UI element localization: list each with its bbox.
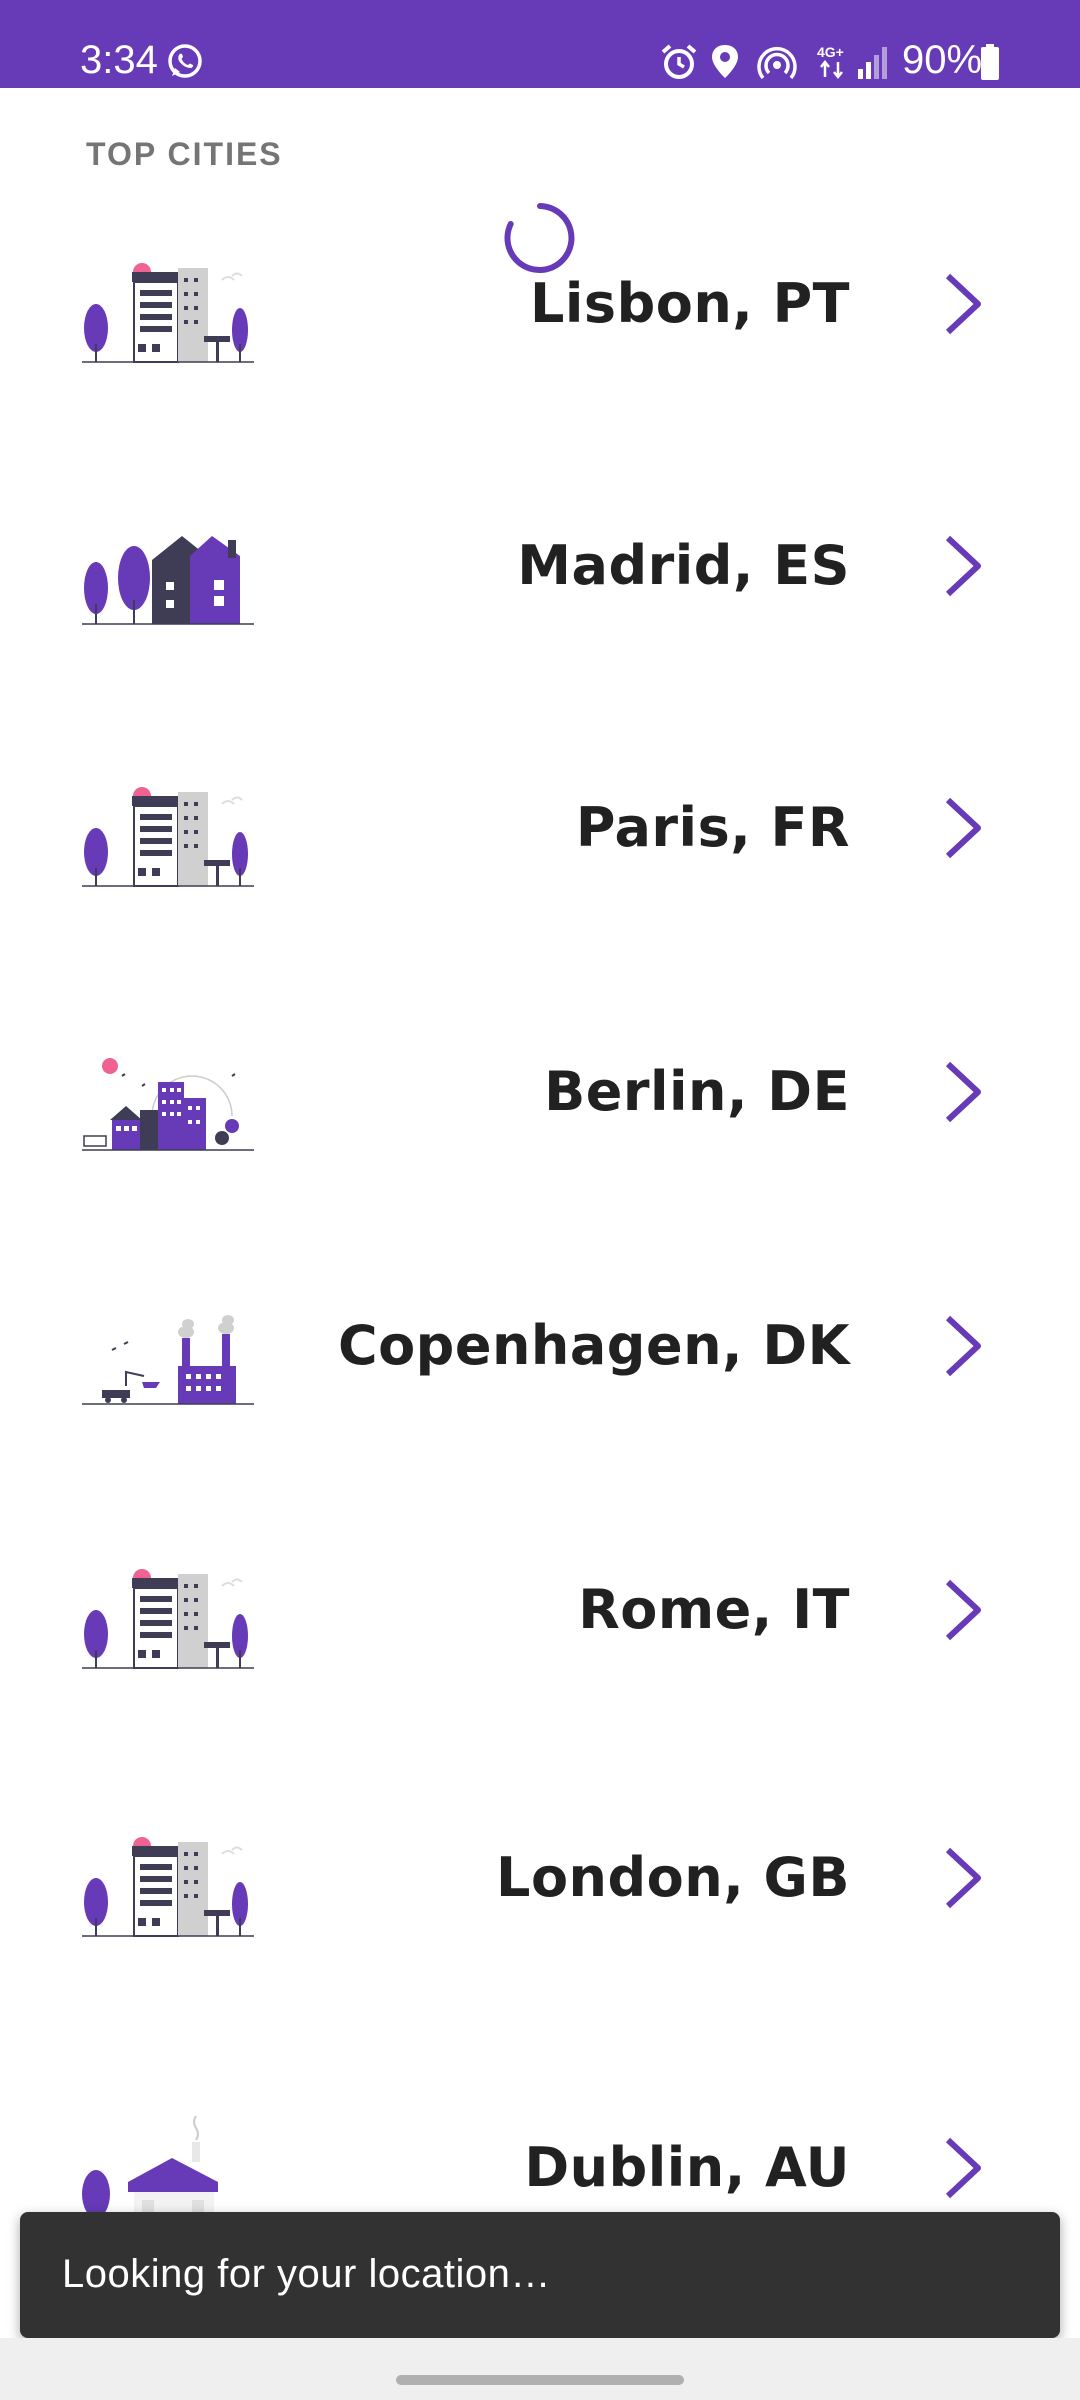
chevron-right-icon[interactable] <box>938 1844 990 1912</box>
city-list-screen: TOP CITIES Lisbon, PT Madrid, ES Paris, … <box>0 88 1080 2400</box>
signal-icon <box>858 47 887 79</box>
chevron-right-icon[interactable] <box>938 2134 990 2202</box>
city-name: Lisbon, PT <box>530 272 850 335</box>
city-name: Paris, FR <box>575 796 850 859</box>
city-name: Berlin, DE <box>544 1060 850 1123</box>
alarm-icon <box>661 44 697 79</box>
battery-icon <box>981 44 999 80</box>
chevron-right-icon[interactable] <box>938 532 990 600</box>
city-name: London, GB <box>496 1846 850 1909</box>
chevron-right-icon[interactable] <box>938 1576 990 1644</box>
chevron-right-icon[interactable] <box>938 794 990 862</box>
hotspot-icon <box>757 47 797 80</box>
navigation-bar <box>0 2338 1080 2400</box>
city-row-madrid[interactable]: Madrid, ES <box>0 476 1080 676</box>
chevron-right-icon[interactable] <box>938 1312 990 1380</box>
city-name: Copenhagen, DK <box>337 1314 850 1377</box>
city-row-copenhagen[interactable]: Copenhagen, DK <box>0 1256 1080 1456</box>
battery-percentage: 90% <box>902 38 983 82</box>
factory-illustration <box>82 1315 254 1405</box>
city-row-london[interactable]: London, GB <box>0 1788 1080 1988</box>
city-row-berlin[interactable]: Berlin, DE <box>0 1002 1080 1202</box>
status-time: 3:34 <box>80 38 158 82</box>
whatsapp-icon <box>168 44 202 78</box>
city-row-rome[interactable]: Rome, IT <box>0 1520 1080 1720</box>
tall-building-illustration <box>82 1569 254 1669</box>
status-bar: 3:34 4G+ 90% <box>0 0 1080 88</box>
network-4g-icon: 4G+ <box>817 44 844 80</box>
city-row-lisbon[interactable]: Lisbon, PT <box>0 214 1080 414</box>
city-name: Dublin, AU <box>524 2136 850 2199</box>
svg-text:4G+: 4G+ <box>817 44 844 60</box>
chevron-right-icon[interactable] <box>938 270 990 338</box>
tall-building-illustration <box>82 787 254 887</box>
location-icon <box>712 45 738 78</box>
city-name: Madrid, ES <box>517 534 850 597</box>
section-header: TOP CITIES <box>86 136 283 172</box>
city-row-paris[interactable]: Paris, FR <box>0 738 1080 938</box>
tall-building-illustration <box>82 1837 254 1937</box>
tall-building-illustration <box>82 263 254 363</box>
chevron-right-icon[interactable] <box>938 1058 990 1126</box>
house-trees-illustration <box>82 536 254 625</box>
snackbar: Looking for your location… <box>20 2212 1060 2338</box>
snackbar-message: Looking for your location… <box>62 2252 551 2296</box>
city-name: Rome, IT <box>578 1578 850 1641</box>
home-gesture-handle[interactable] <box>396 2375 684 2385</box>
cityscape-illustration <box>82 1058 254 1151</box>
